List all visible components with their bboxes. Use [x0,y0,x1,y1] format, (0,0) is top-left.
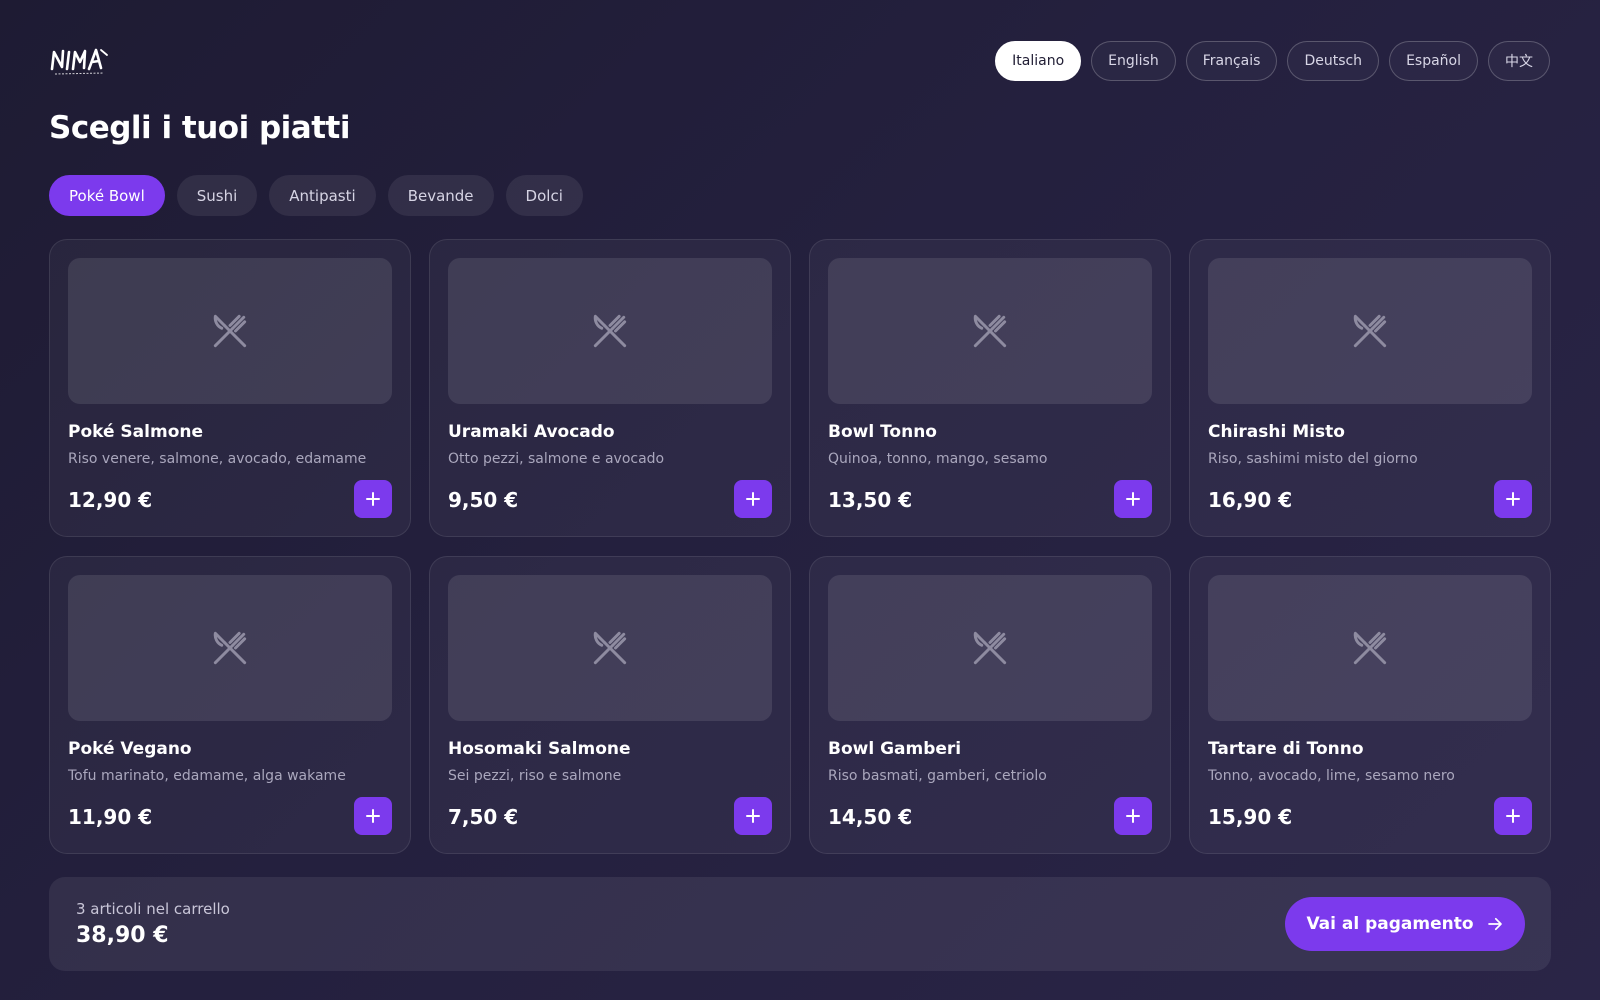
dish-price: 9,50 € [448,488,519,512]
dish-price: 12,90 € [68,488,153,512]
dish-card[interactable]: Poké Salmone Riso venere, salmone, avocad… [49,239,411,537]
fork-knife-icon [593,314,627,348]
dish-card[interactable]: Bowl Gamberi Riso basmati, gamberi, cetri… [809,556,1171,854]
plus-icon [1506,809,1520,823]
dish-description: Quinoa, tonno, mango, sesamo [828,451,1048,467]
plus-icon [1506,492,1520,506]
dish-card[interactable]: Tartare di Tonno Tonno, avocado, lime, se… [1189,556,1551,854]
fork-knife-icon [973,631,1007,665]
plus-icon [746,492,760,506]
dish-price: 7,50 € [448,805,519,829]
dish-image-placeholder [448,258,772,404]
add-to-cart-button[interactable] [354,797,392,835]
plus-icon [1126,809,1140,823]
dish-description: Otto pezzi, salmone e avocado [448,451,665,467]
dish-image-placeholder [68,575,392,721]
dish-description: Riso basmati, gamberi, cetriolo [828,768,1047,784]
dish-name: Hosomaki Salmone [448,739,631,759]
dish-description: Riso venere, salmone, avocado, edamame [68,451,367,467]
dish-description: Tofu marinato, edamame, alga wakame [68,768,346,784]
dish-name: Chirashi Misto [1208,422,1345,442]
language-option[interactable]: Italiano [995,41,1082,81]
dish-name: Poké Vegano [68,739,192,759]
dish-card[interactable]: Uramaki Avocado Otto pezzi, salmone e avo… [429,239,791,537]
plus-icon [746,809,760,823]
dish-image-placeholder [828,258,1152,404]
dish-image-placeholder [1208,258,1532,404]
header: Italiano English Français Deutsch Español 中文 [49,40,1550,82]
language-option[interactable]: English [1091,41,1176,81]
checkout-button[interactable]: Vai al pagamento [1285,897,1525,951]
category-tab[interactable]: Bevande [387,175,494,216]
cart-bar: 3 articoli nel carrello 38,90 € Vai al p… [49,877,1551,971]
fork-knife-icon [973,314,1007,348]
dish-grid: Poké Salmone Riso venere, salmone, avocad… [49,239,1551,854]
dish-name: Poké Salmone [68,422,204,442]
dish-price: 15,90 € [1208,805,1293,829]
add-to-cart-button[interactable] [1494,480,1532,518]
plus-icon [366,809,380,823]
fork-knife-icon [1353,314,1387,348]
nima-logo[interactable] [49,41,109,81]
dish-card[interactable]: Bowl Tonno Quinoa, tonno, mango, sesamo 13… [809,239,1171,537]
language-switcher: Italiano English Français Deutsch Español 中文 [995,41,1550,81]
dish-price: 16,90 € [1208,488,1293,512]
checkout-label: Vai al pagamento [1306,914,1474,934]
add-to-cart-button[interactable] [1494,797,1532,835]
dish-description: Tonno, avocado, lime, sesamo nero [1208,768,1455,784]
dish-image-placeholder [448,575,772,721]
add-to-cart-button[interactable] [1114,797,1152,835]
cart-total: 38,90 € [76,923,169,948]
dish-name: Bowl Tonno [828,422,937,442]
dish-price: 14,50 € [828,805,913,829]
fork-knife-icon [213,631,247,665]
language-option[interactable]: 中文 [1488,41,1550,81]
dish-description: Riso, sashimi misto del giorno [1208,451,1418,467]
add-to-cart-button[interactable] [1114,480,1152,518]
dish-price: 13,50 € [828,488,913,512]
category-tabs: Poké Bowl Sushi Antipasti Bevande Dolci [49,175,583,216]
dish-price: 11,90 € [68,805,153,829]
dish-name: Bowl Gamberi [828,739,962,759]
add-to-cart-button[interactable] [734,797,772,835]
dish-image-placeholder [828,575,1152,721]
cart-count: 3 articoli nel carrello [76,900,230,918]
category-tab[interactable]: Poké Bowl [49,175,165,216]
dish-card[interactable]: Chirashi Misto Riso, sashimi misto del gi… [1189,239,1551,537]
dish-name: Tartare di Tonno [1208,739,1364,759]
language-option[interactable]: Deutsch [1287,41,1380,81]
dish-image-placeholder [68,258,392,404]
fork-knife-icon [1353,631,1387,665]
add-to-cart-button[interactable] [734,480,772,518]
plus-icon [366,492,380,506]
dish-description: Sei pezzi, riso e salmone [448,768,622,784]
category-tab[interactable]: Dolci [505,175,583,216]
add-to-cart-button[interactable] [354,480,392,518]
language-option[interactable]: Français [1185,41,1278,81]
plus-icon [1126,492,1140,506]
dish-card[interactable]: Hosomaki Salmone Sei pezzi, riso e salmon… [429,556,791,854]
fork-knife-icon [213,314,247,348]
category-tab[interactable]: Sushi [176,175,258,216]
dish-name: Uramaki Avocado [448,422,615,442]
fork-knife-icon [593,631,627,665]
arrow-right-icon [1487,917,1502,931]
page-title: Scegli i tuoi piatti [49,110,350,146]
language-option[interactable]: Español [1389,41,1478,81]
dish-image-placeholder [1208,575,1532,721]
dish-card[interactable]: Poké Vegano Tofu marinato, edamame, alga … [49,556,411,854]
category-tab[interactable]: Antipasti [269,175,376,216]
cart-summary: 3 articoli nel carrello 38,90 € [76,900,230,948]
